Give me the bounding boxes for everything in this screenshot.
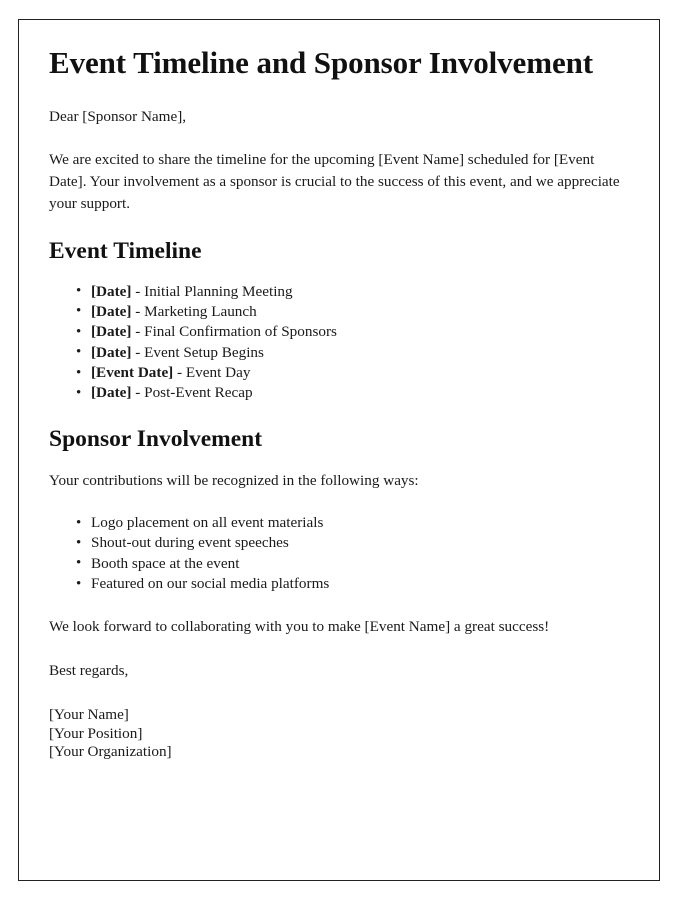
timeline-date-tag: [Date] (91, 323, 132, 341)
timeline-date-tag: [Date] (91, 384, 132, 402)
salutation-line: Dear [Sponsor Name], (49, 107, 187, 125)
timeline-item-text: - Marketing Launch (131, 302, 257, 320)
regards-line: Best regards, (49, 661, 129, 679)
section-heading-event-timeline: Event Timeline (49, 238, 202, 265)
page-whitespace (49, 762, 625, 880)
signature-name: [Your Name] (49, 706, 129, 724)
timeline-date-tag: [Date] (91, 282, 132, 300)
document-page: Event Timeline and Sponsor Involvement D… (18, 19, 660, 881)
list-item: Featured on our social media platforms (76, 575, 625, 594)
list-item: [Date] - Initial Planning Meeting (76, 282, 625, 301)
list-item: Logo placement on all event materials (76, 514, 625, 533)
list-item: [Date] - Event Setup Begins (76, 343, 625, 362)
list-item: [Date] - Marketing Launch (76, 302, 625, 321)
timeline-date-tag: [Date] (91, 302, 132, 320)
list-item: Shout-out during event speeches (76, 534, 625, 553)
list-item: [Event Date] - Event Day (76, 364, 625, 383)
document-body: Event Timeline and Sponsor Involvement D… (19, 20, 659, 880)
timeline-date-tag: [Date] (91, 343, 132, 361)
event-timeline-list: [Date] - Initial Planning Meeting [Date]… (49, 282, 625, 403)
signature-organization: [Your Organization] (49, 743, 172, 761)
timeline-item-text: - Event Day (173, 364, 251, 382)
timeline-item-text: - Event Setup Begins (131, 343, 264, 361)
list-item: [Date] - Post-Event Recap (76, 384, 625, 403)
intro-paragraph: We are excited to share the timeline for… (49, 151, 620, 213)
signature-position: [Your Position] (49, 724, 143, 742)
sponsor-lead-in-paragraph: Your contributions will be recognized in… (49, 472, 419, 490)
timeline-date-tag: [Event Date] (91, 364, 174, 382)
timeline-item-text: - Final Confirmation of Sponsors (131, 323, 337, 341)
signature-block: [Your Name] [Your Position] [Your Organi… (49, 706, 625, 762)
page-title: Event Timeline and Sponsor Involvement (49, 45, 593, 80)
timeline-item-text: - Initial Planning Meeting (131, 282, 293, 300)
sponsor-benefits-list: Logo placement on all event materials Sh… (49, 514, 625, 594)
list-item: [Date] - Final Confirmation of Sponsors (76, 323, 625, 342)
section-heading-sponsor-involvement: Sponsor Involvement (49, 425, 263, 452)
closing-paragraph: We look forward to collaborating with yo… (49, 617, 550, 635)
list-item: Booth space at the event (76, 554, 625, 573)
timeline-item-text: - Post-Event Recap (131, 384, 253, 402)
